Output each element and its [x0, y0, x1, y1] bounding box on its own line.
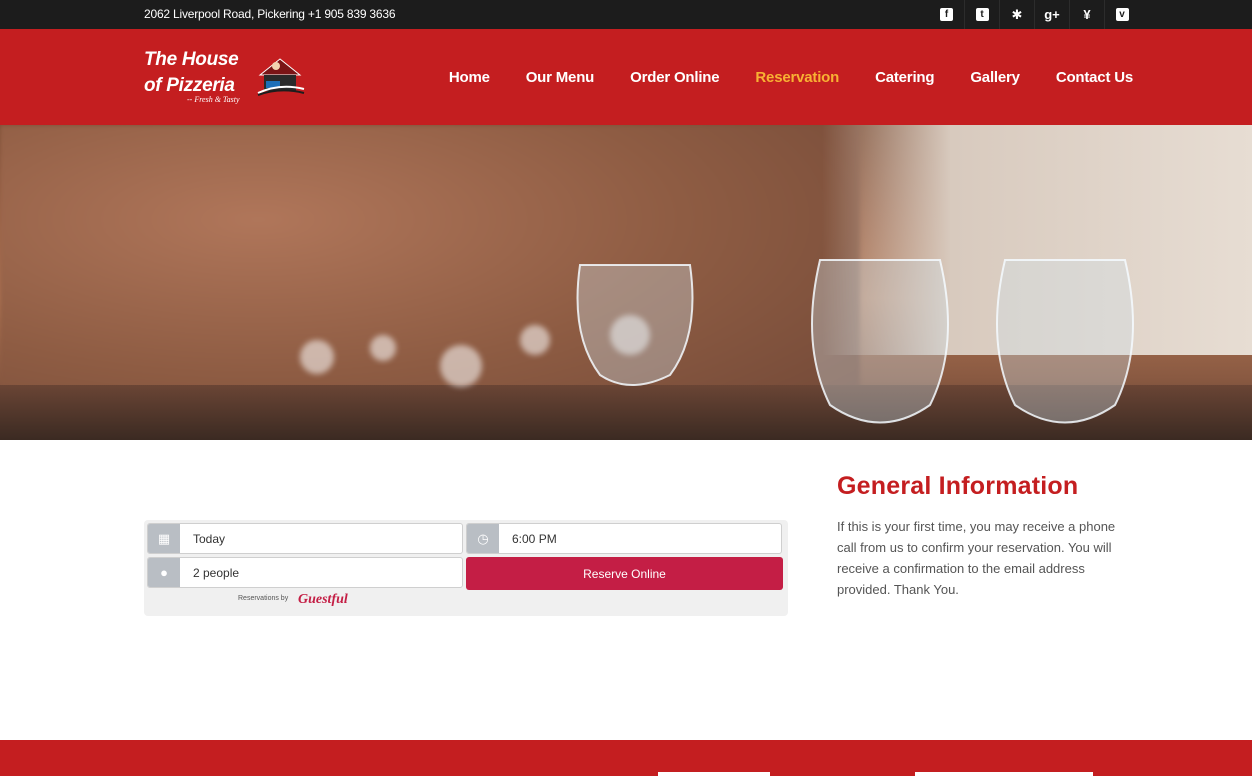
party-size-value: 2 people — [193, 565, 240, 580]
logo-tagline: -- Fresh & Tasty — [187, 95, 240, 104]
guestful-logo[interactable]: Guestful — [298, 592, 348, 608]
reservation-widget: ▦ Today ◷ 6:00 PM ● 2 people Reserve Onl… — [144, 520, 788, 616]
nav-order-online[interactable]: Order Online — [630, 69, 719, 86]
nav-our-menu[interactable]: Our Menu — [526, 69, 595, 86]
reserve-online-button[interactable]: Reserve Online — [466, 557, 783, 590]
nav-contact-us[interactable]: Contact Us — [1056, 69, 1133, 86]
wine-glasses-icon — [576, 259, 1134, 424]
logo-line-2: of Pizzeria — [144, 75, 235, 96]
footer-bar — [0, 740, 1252, 776]
yen-icon[interactable]: ¥ — [1069, 0, 1104, 29]
google-plus-icon[interactable]: g+ — [1034, 0, 1069, 29]
yelp-icon[interactable]: ✱ — [999, 0, 1034, 29]
clock-icon: ◷ — [467, 524, 499, 553]
pizzeria-house-icon — [257, 58, 305, 96]
time-field[interactable]: ◷ 6:00 PM — [466, 523, 782, 554]
site-header: The House of Pizzeria -- Fresh & Tasty H… — [0, 29, 1252, 125]
twitter-icon[interactable]: t — [964, 0, 999, 29]
nav-gallery[interactable]: Gallery — [970, 69, 1020, 86]
party-size-field[interactable]: ● 2 people — [147, 557, 463, 588]
date-field[interactable]: ▦ Today — [147, 523, 463, 554]
nav-catering[interactable]: Catering — [875, 69, 934, 86]
address-phone: 2062 Liverpool Road, Pickering +1 905 83… — [144, 7, 396, 21]
top-bar: 2062 Liverpool Road, Pickering +1 905 83… — [0, 0, 1252, 29]
nav-home[interactable]: Home — [449, 69, 490, 86]
logo-line-1: The House — [144, 49, 239, 70]
site-logo[interactable]: The House of Pizzeria -- Fresh & Tasty — [144, 49, 309, 107]
date-value: Today — [193, 531, 226, 546]
pocket-icon[interactable]: v — [1104, 0, 1139, 29]
powered-by-label: Reservations by — [238, 595, 289, 602]
main-nav: Home Our Menu Order Online Reservation C… — [413, 29, 1133, 125]
general-information-text: If this is your first time, you may rece… — [837, 519, 1116, 597]
calendar-icon: ▦ — [148, 524, 180, 553]
nav-reservation[interactable]: Reservation — [755, 69, 839, 86]
time-value: 6:00 PM — [512, 531, 557, 546]
hero-wine-glasses-image — [0, 125, 1252, 440]
general-information-heading: General Information — [837, 472, 1079, 500]
facebook-icon[interactable]: f — [929, 0, 964, 29]
person-icon: ● — [148, 558, 180, 587]
social-links: f t ✱ g+ ¥ v — [929, 0, 1139, 29]
